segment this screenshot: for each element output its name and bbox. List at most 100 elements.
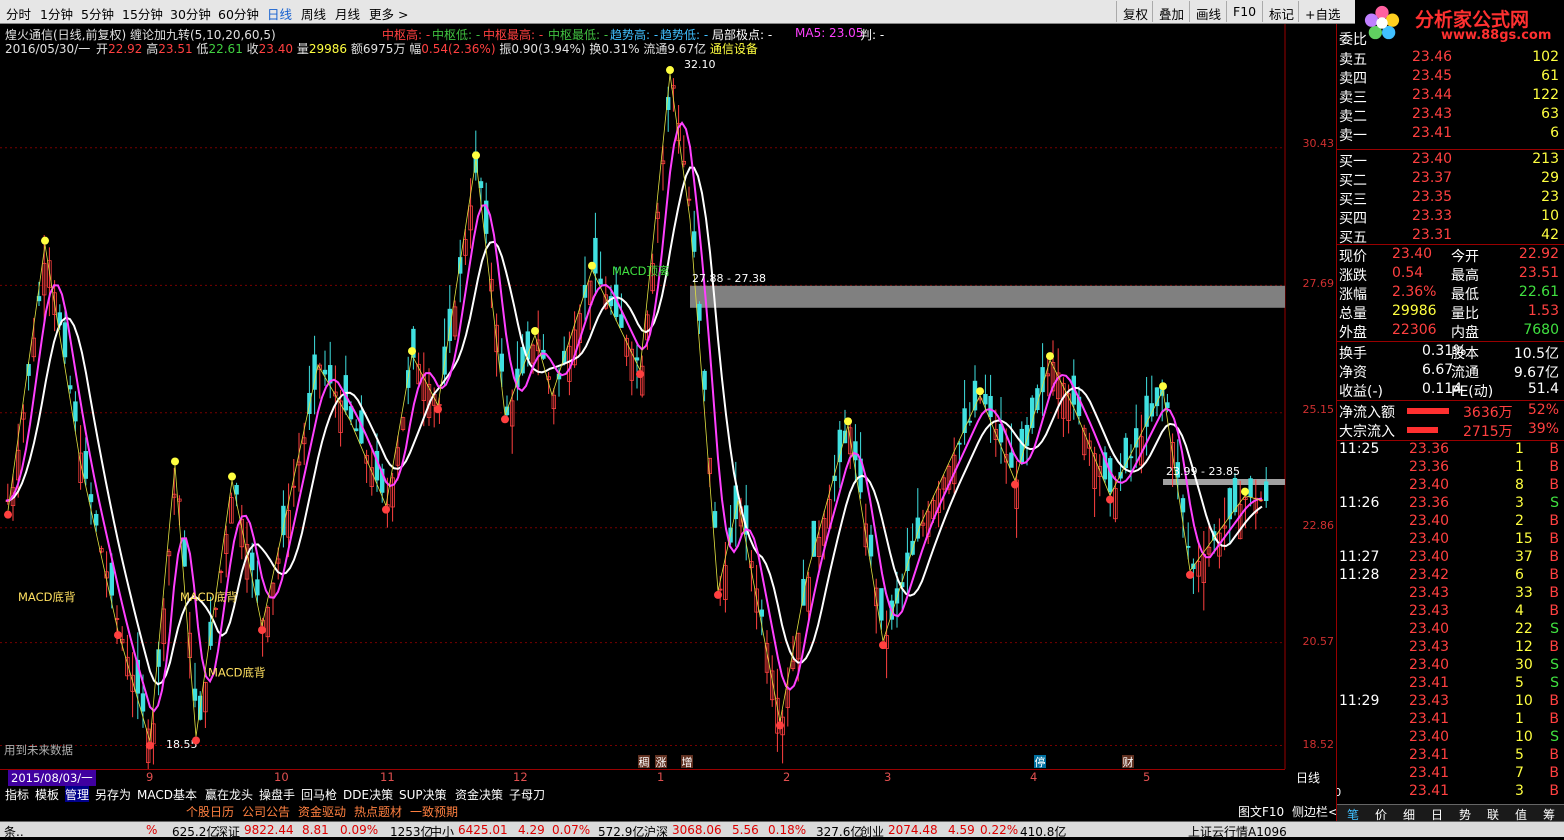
fund-label: 股本 <box>1451 346 1479 362</box>
bottom-tab-bar-2: 个股日历 公司公告 资金驱动 热点题材 一致预期 <box>0 802 1336 820</box>
tick-side: B <box>1549 639 1559 655</box>
stat-row: 总量 29986 量比 1.53 <box>1337 303 1564 322</box>
fund-row: 净资 6.67 流通 9.67亿 <box>1337 362 1564 381</box>
price-axis-label: 30.43 <box>1302 137 1335 150</box>
bottom-tab[interactable]: 操盘手 <box>259 786 295 803</box>
fund-row: 换手 0.31% 股本 10.5亿 <box>1337 343 1564 362</box>
bid-level-label: 买二 <box>1339 173 1367 189</box>
bottom-tab[interactable]: 资金决策 <box>455 786 503 803</box>
buy-marker-icon <box>1011 480 1019 489</box>
tick-price: 23.36 <box>1409 459 1450 475</box>
stat-label: 总量 <box>1339 306 1367 322</box>
bottom-tab[interactable]: 指标 <box>5 786 29 803</box>
tick-volume: 3 <box>1515 783 1524 799</box>
status-item: 0.18% <box>768 823 807 837</box>
period-tab[interactable]: 1分钟 <box>40 4 73 23</box>
status-item: 410.8亿 <box>1020 825 1067 839</box>
candle-body <box>192 688 198 701</box>
candle-body <box>712 511 718 528</box>
tick-volume: 37 <box>1515 549 1533 565</box>
tick-volume: 5 <box>1515 747 1524 763</box>
sell-marker-icon <box>1046 352 1054 361</box>
tick-row: 23.41 3 B <box>1337 783 1564 802</box>
ask-volume: 61 <box>1541 68 1559 84</box>
period-tab[interactable]: 5分钟 <box>81 4 114 23</box>
restore-rights-button[interactable]: 复权 <box>1116 1 1156 22</box>
ask-price: 23.41 <box>1412 125 1453 141</box>
f10-button[interactable]: F10 <box>1226 1 1262 22</box>
tick-side: B <box>1549 459 1559 475</box>
sell-marker-icon <box>1241 487 1249 496</box>
sell-marker-icon <box>171 457 179 466</box>
bottom-tab[interactable]: DDE决策 <box>343 786 393 803</box>
bottom-tab[interactable]: 个股日历 <box>186 803 234 820</box>
status-item: 2074.48 <box>888 823 938 837</box>
bottom-tab[interactable]: 模板 <box>35 786 59 803</box>
stat-value: 7680 <box>1523 322 1559 338</box>
bottom-tab[interactable]: 回马枪 <box>301 786 337 803</box>
mark-button[interactable]: 标记 <box>1262 1 1298 22</box>
bottom-tab[interactable]: SUP决策 <box>399 786 447 803</box>
bottom-tab[interactable]: 赢在龙头 <box>205 786 253 803</box>
more-button[interactable]: 更多 > <box>369 4 408 23</box>
buy-marker-icon <box>636 370 644 379</box>
bottom-tab[interactable]: 另存为 <box>95 786 131 803</box>
sell-marker-icon <box>1159 382 1167 391</box>
period-tab[interactable]: 15分钟 <box>122 4 163 23</box>
period-tab[interactable]: 分时 <box>6 4 31 23</box>
tick-volume: 1 <box>1515 441 1524 457</box>
status-item: 0.07% <box>552 823 591 837</box>
bottom-tab[interactable]: 子母刀 <box>509 786 545 803</box>
candle-body <box>1144 395 1149 427</box>
tick-price: 23.43 <box>1409 639 1450 655</box>
bottom-tab[interactable]: 热点题材 <box>354 803 402 820</box>
stat-value: 22.92 <box>1518 246 1559 262</box>
stat-value: 2.36% <box>1392 284 1437 300</box>
sell-marker-icon <box>472 151 480 160</box>
tick-row: 11:26 23.36 3 S <box>1337 495 1564 514</box>
period-tab-active[interactable]: 日线 <box>267 4 292 23</box>
buy-marker-icon <box>714 590 722 599</box>
graphic-f10-button[interactable]: 图文F10 <box>1238 805 1284 819</box>
overlay-button[interactable]: 叠加 <box>1152 1 1192 22</box>
period-tab[interactable]: 60分钟 <box>218 4 259 23</box>
period-tab[interactable]: 月线 <box>335 4 360 23</box>
quote-panel: 委比 卖五 23.46 102 卖四 23.45 61 卖三 23.44 122 卖二 23.43 63… <box>1336 24 1564 824</box>
tick-price: 23.40 <box>1409 657 1450 673</box>
draw-line-button[interactable]: 画线 <box>1189 1 1229 22</box>
bid-volume: 213 <box>1532 151 1559 167</box>
tick-time: 11:27 <box>1339 549 1380 565</box>
sidebar-toggle-button[interactable]: 侧边栏< <box>1292 805 1338 819</box>
stat-label: 量比 <box>1451 306 1479 322</box>
period-tab[interactable]: 30分钟 <box>170 4 211 23</box>
stat-value: 23.40 <box>1392 246 1433 262</box>
kline-chart[interactable]: 32.1018.5527.88 - 27.3823.99 - 23.85MACD… <box>0 24 1336 769</box>
add-watchlist-button[interactable]: +自选 <box>1298 1 1346 22</box>
bottom-tab[interactable]: 一致预期 <box>410 803 458 820</box>
bottom-tab-bar: 指标 模板 管理 另存为 MACD基本 赢在龙头 操盘手 回马枪 DDE决策 SUP决策 资金决策子… <box>0 786 1336 803</box>
period-tab[interactable]: 周线 <box>301 4 326 23</box>
tick-side: B <box>1549 711 1559 727</box>
buy-marker-icon <box>4 510 12 519</box>
tick-volume: 4 <box>1515 603 1524 619</box>
macd-annotation: MACD顶离 <box>612 264 669 278</box>
commission-ratio-label: 委比 <box>1339 32 1367 48</box>
bottom-tab[interactable]: MACD基本 <box>137 786 197 803</box>
stat-label: 今开 <box>1451 249 1479 265</box>
buy-marker-icon <box>879 641 887 650</box>
divider <box>1337 400 1564 401</box>
tick-side: B <box>1549 783 1559 799</box>
bottom-tab[interactable]: 管理 <box>65 786 90 803</box>
candle-body <box>68 385 73 390</box>
bottom-tab[interactable]: 资金驱动 <box>298 803 346 820</box>
tick-price: 23.40 <box>1409 477 1450 493</box>
candle-body <box>634 357 640 361</box>
bottom-tab[interactable]: 公司公告 <box>242 803 290 820</box>
period-label: 日线 <box>1296 771 1321 785</box>
ask-price: 23.44 <box>1412 87 1453 103</box>
tick-price: 23.41 <box>1409 783 1450 799</box>
buy-marker-icon <box>114 631 122 640</box>
tick-side: B <box>1549 549 1559 565</box>
bid-price: 23.31 <box>1412 227 1453 243</box>
ask-price: 23.45 <box>1412 68 1453 84</box>
